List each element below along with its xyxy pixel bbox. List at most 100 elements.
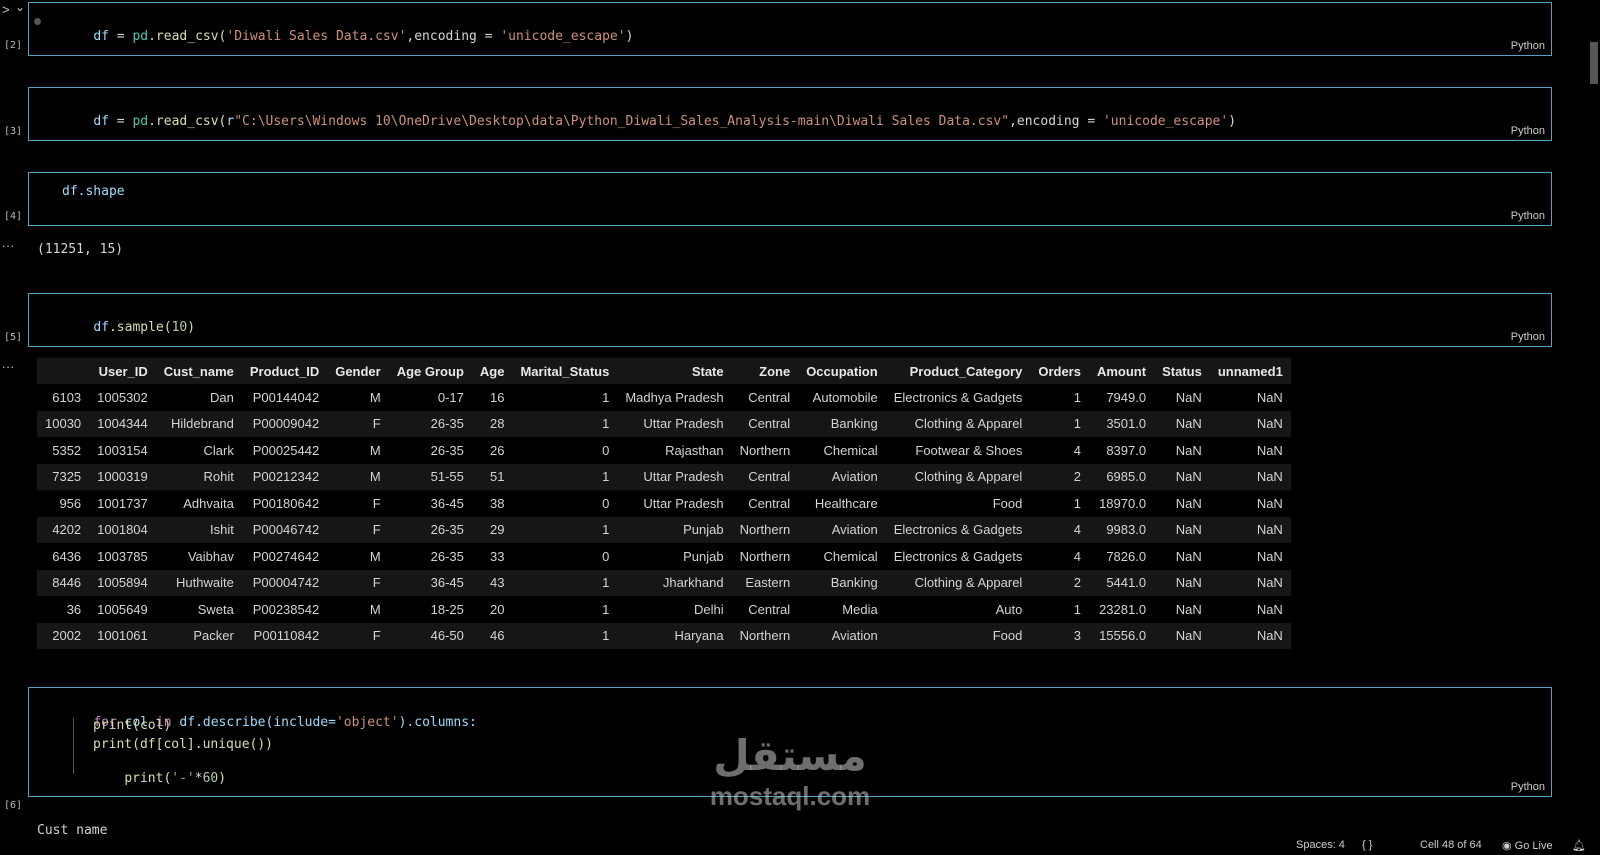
table-cell: 1004344 [97, 416, 148, 432]
table-cell: 26-35 [430, 522, 464, 538]
code-cell-2[interactable]: df = pd.read_csv('Diwali Sales Data.csv'… [28, 2, 1552, 56]
table-cell: 1005894 [97, 575, 148, 591]
table-cell: Northern [739, 628, 791, 644]
code-line[interactable]: df = pd.read_csv(r"C:\Users\Windows 10\O… [62, 99, 1236, 144]
table-cell: 8397.0 [1106, 442, 1147, 458]
table-row: 956 1001737 Adhvaita P00180642 F 36-45 38 0 Utta… [37, 490, 1291, 517]
scrollbar-thumb[interactable] [1590, 42, 1598, 84]
table-cell: 1 [602, 575, 610, 591]
cell-language-label[interactable]: Python [1511, 331, 1545, 343]
table-cell: P00110842 [253, 628, 320, 644]
cell-language-label[interactable]: Python [1511, 40, 1545, 52]
cell-output: (11251, 15) [37, 242, 124, 257]
cell-position-status[interactable]: Cell 48 of 64 [1420, 839, 1482, 851]
table-cell: 23281.0 [1099, 601, 1147, 617]
table-cell: Uttar Pradesh [643, 416, 724, 432]
table-cell: P00025442 [252, 442, 320, 458]
code-cell-4[interactable]: df.shape Python [28, 172, 1552, 226]
table-cell: 1003785 [97, 548, 148, 564]
table-cell: Central [748, 416, 791, 432]
table-cell: P00212342 [252, 469, 320, 485]
column-header: Occupation [806, 363, 878, 379]
table-cell: 1005649 [97, 601, 148, 617]
table-cell: Eastern [745, 575, 791, 591]
table-cell: NaN [1175, 389, 1202, 405]
code-line[interactable]: print('-'*60) [93, 756, 226, 801]
table-cell: Packer [193, 628, 234, 644]
table-cell: 4 [1073, 522, 1081, 538]
cell-language-label[interactable]: Python [1511, 781, 1545, 793]
notification-bell-icon[interactable]: 🔔︎ [1572, 839, 1586, 852]
table-cell: NaN [1256, 601, 1283, 617]
table-cell: Vaibhav [187, 548, 234, 564]
table-cell: NaN [1175, 522, 1202, 538]
run-chevron-icon[interactable]: > [2, 2, 10, 17]
table-cell: 1 [602, 522, 610, 538]
table-cell: Chemical [823, 548, 878, 564]
code-line[interactable]: print(col) [93, 718, 171, 733]
table-cell: 1 [1073, 389, 1081, 405]
table-cell: Media [842, 601, 878, 617]
expand-chevron-icon[interactable]: ⌄ [15, 0, 25, 14]
code-line[interactable]: print(df[col].unique()) [93, 737, 273, 752]
execution-count: [2] [4, 40, 23, 51]
cell-language-label[interactable]: Python [1511, 210, 1545, 222]
watermark-logo: مستقل [713, 731, 867, 780]
cell-language-label[interactable]: Python [1511, 125, 1545, 137]
table-cell: 1003154 [97, 442, 148, 458]
indent-guide [73, 718, 74, 774]
indentation-status[interactable]: Spaces: 4 [1296, 839, 1345, 851]
table-cell: NaN [1256, 575, 1283, 591]
code-line[interactable]: df.shape [62, 184, 125, 199]
table-cell: Hildebrand [170, 416, 234, 432]
braces-icon[interactable]: { } [1362, 839, 1372, 851]
code-cell-3[interactable]: df = pd.read_csv(r"C:\Users\Windows 10\O… [28, 87, 1552, 141]
table-cell: F [372, 575, 381, 591]
table-cell: 26 [489, 442, 505, 458]
table-cell: Aviation [831, 522, 878, 538]
table-cell: 9983.0 [1106, 522, 1147, 538]
table-cell: M [369, 601, 381, 617]
table-cell: P00180642 [252, 495, 320, 511]
table-cell: Clothing & Apparel [914, 575, 1023, 591]
table-cell: Central [748, 469, 791, 485]
table-cell: 26-35 [430, 442, 464, 458]
table-cell: 3 [1073, 628, 1081, 644]
table-cell: 1001061 [97, 628, 148, 644]
column-header: Marital_Status [520, 363, 610, 379]
code-cell-5[interactable]: df.sample(10) Python [28, 293, 1552, 347]
table-cell: 36-45 [430, 575, 464, 591]
table-cell: Central [748, 601, 791, 617]
code-line[interactable]: df.sample(10) [62, 305, 195, 350]
table-cell: F [372, 416, 381, 432]
table-cell: 6985.0 [1106, 469, 1147, 485]
vertical-scrollbar[interactable] [1588, 0, 1600, 820]
go-live-button[interactable]: ◉ Go Live [1502, 839, 1553, 852]
table-cell: NaN [1256, 416, 1283, 432]
table-cell: 1005302 [97, 389, 148, 405]
output-more-icon[interactable]: ... [2, 357, 15, 371]
table-cell: Clark [203, 442, 234, 458]
execution-count: [3] [4, 126, 23, 137]
table-cell: Punjab [683, 522, 724, 538]
index-header [37, 358, 89, 384]
table-cell: Food [992, 628, 1023, 644]
table-cell: 1 [1073, 495, 1081, 511]
table-cell: 43 [489, 575, 505, 591]
table-cell: NaN [1256, 522, 1283, 538]
row-index: 10030 [45, 416, 82, 432]
table-cell: Northern [739, 548, 791, 564]
column-header: User_ID [98, 363, 148, 379]
table-cell: Electronics & Gadgets [893, 548, 1023, 564]
table-cell: Food [992, 495, 1023, 511]
output-more-icon[interactable]: ... [2, 236, 15, 250]
table-header-row: User_ID Cust_name Product_ID Gender Age Grou… [37, 358, 1291, 384]
row-index: 8446 [52, 575, 82, 591]
table-cell: 18-25 [430, 601, 464, 617]
table-cell: 1000319 [97, 469, 148, 485]
table-cell: 1001737 [97, 495, 148, 511]
table-row: 5352 1003154 Clark P00025442 M 26-35 26 0 Rajast… [37, 437, 1291, 464]
code-line[interactable]: df = pd.read_csv('Diwali Sales Data.csv'… [62, 14, 633, 59]
table-cell: 18970.0 [1099, 495, 1147, 511]
table-cell: 3501.0 [1106, 416, 1147, 432]
